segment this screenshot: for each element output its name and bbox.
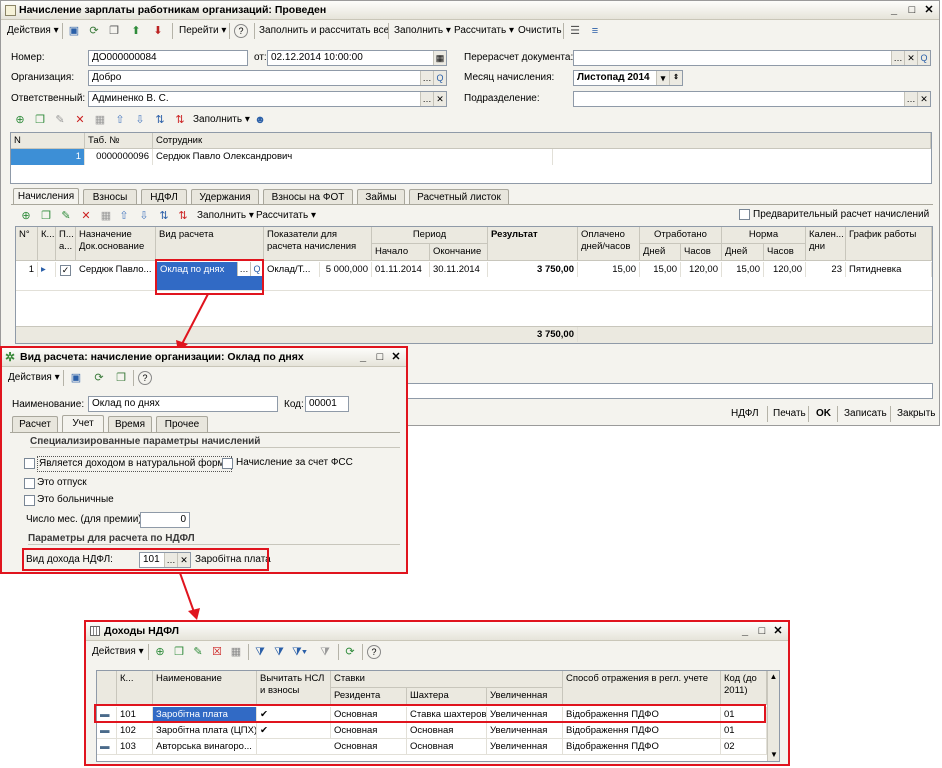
kind-code-field[interactable]: 00001 bbox=[305, 396, 349, 412]
help-icon[interactable]: ? bbox=[367, 645, 381, 659]
maximize-icon[interactable]: □ bbox=[755, 624, 769, 638]
minimize-icon[interactable]: _ bbox=[356, 350, 370, 364]
group-special-params: Специализированные параметры начислений bbox=[30, 436, 400, 448]
delete-icon[interactable]: ☒ bbox=[210, 645, 224, 659]
row-code: 103 bbox=[117, 739, 153, 754]
row-code-2011: 01 bbox=[721, 723, 767, 738]
kind-actions-menu[interactable]: Действия ▾ bbox=[8, 368, 60, 388]
fss-checkbox[interactable] bbox=[222, 458, 233, 469]
table-row[interactable]: ▬ 103 Авторська винагоро... Основная Осн… bbox=[97, 739, 767, 755]
save-icon[interactable]: ▣ bbox=[69, 371, 83, 385]
add-icon[interactable]: ⊕ bbox=[153, 645, 167, 659]
edit-icon[interactable]: ✎ bbox=[191, 645, 205, 659]
months-field[interactable]: 0 bbox=[140, 512, 190, 528]
income-item-icon: ▬ bbox=[97, 723, 117, 738]
row-name: Заробітна плата (ЦПХ) bbox=[153, 723, 257, 738]
tab-time[interactable]: Время bbox=[108, 416, 152, 432]
income-actions-menu[interactable]: Действия ▾ bbox=[92, 642, 144, 662]
row-code-2011: 02 bbox=[721, 739, 767, 754]
table-row[interactable]: ▬ 102 Заробітна плата (ЦПХ) ✔ Основная О… bbox=[97, 723, 767, 739]
refresh-icon[interactable]: ⟳ bbox=[92, 371, 106, 385]
col-method[interactable]: Способ отражения в регл. учете bbox=[563, 671, 721, 705]
row-resident: Основная bbox=[331, 739, 407, 754]
help-icon[interactable]: ? bbox=[138, 371, 152, 385]
row-increased: Увеличенная bbox=[487, 739, 563, 754]
end-edit-icon[interactable]: ▦ bbox=[229, 645, 243, 659]
col-type-icon[interactable] bbox=[97, 671, 117, 705]
group-ndfl-params: Параметры для расчета по НДФЛ bbox=[28, 533, 400, 545]
copy-icon[interactable]: ❐ bbox=[114, 371, 128, 385]
fss-label: Начисление за счет ФСС bbox=[236, 457, 353, 468]
list-icon bbox=[90, 626, 100, 636]
highlight-income-kind bbox=[22, 548, 269, 571]
col-deduct[interactable]: Вычитать НСЛ и взносы bbox=[257, 671, 331, 705]
income-title: Доходы НДФЛ bbox=[104, 625, 180, 637]
natural-income-checkbox[interactable] bbox=[24, 458, 35, 469]
filter-value-icon[interactable]: ⧩ bbox=[272, 645, 286, 659]
col-miners[interactable]: Шахтера bbox=[407, 688, 487, 705]
filter-menu-icon[interactable]: ⧩▾ bbox=[292, 645, 307, 659]
kind-title: Вид расчета: начисление организации: Окл… bbox=[20, 351, 304, 363]
tab-calc[interactable]: Расчет bbox=[12, 416, 58, 432]
col-code[interactable]: К... bbox=[117, 671, 153, 705]
row-miners: Основная bbox=[407, 739, 487, 754]
col-name[interactable]: Наименование bbox=[153, 671, 257, 705]
natural-income-label: Является доходом в натуральной форме bbox=[37, 456, 232, 472]
col-code-2011[interactable]: Код (до 2011) bbox=[721, 671, 767, 705]
vacation-label: Это отпуск bbox=[37, 477, 87, 488]
kind-window: ✲ Вид расчета: начисление организации: О… bbox=[0, 346, 408, 574]
sick-leave-label: Это больничные bbox=[37, 494, 114, 505]
sick-leave-checkbox[interactable] bbox=[24, 495, 35, 506]
row-miners: Основная bbox=[407, 723, 487, 738]
vacation-checkbox[interactable] bbox=[24, 478, 35, 489]
tab-accounting[interactable]: Учет bbox=[62, 415, 104, 432]
close-icon[interactable]: ✕ bbox=[771, 624, 785, 638]
income-item-icon: ▬ bbox=[97, 739, 117, 754]
row-code: 102 bbox=[117, 723, 153, 738]
kind-titlebar: ✲ Вид расчета: начисление организации: О… bbox=[2, 348, 406, 367]
kind-code-label: Код: bbox=[284, 399, 304, 410]
row-method: Відображення ПДФО bbox=[563, 723, 721, 738]
scrollbar[interactable]: ▲ ▼ bbox=[767, 671, 779, 761]
close-icon[interactable]: ✕ bbox=[389, 350, 403, 364]
col-increased[interactable]: Увеличенная bbox=[487, 688, 563, 705]
highlight-income-row bbox=[94, 704, 766, 723]
income-titlebar: Доходы НДФЛ _ □ ✕ bbox=[86, 622, 788, 641]
row-method: Відображення ПДФО bbox=[563, 739, 721, 754]
minimize-icon[interactable]: _ bbox=[738, 624, 752, 638]
copy-row-icon[interactable]: ❐ bbox=[172, 645, 186, 659]
tab-other[interactable]: Прочее bbox=[156, 416, 208, 432]
refresh-icon[interactable]: ⟳ bbox=[343, 645, 357, 659]
row-resident: Основная bbox=[331, 723, 407, 738]
filter-icon[interactable]: ⧩ bbox=[253, 645, 267, 659]
maximize-icon[interactable]: □ bbox=[373, 350, 387, 364]
row-increased: Увеличенная bbox=[487, 723, 563, 738]
kind-name-field[interactable]: Оклад по днях bbox=[88, 396, 278, 412]
income-window: Доходы НДФЛ _ □ ✕ Действия ▾ ⊕ ❐ ✎ ☒ ▦ ⧩… bbox=[84, 620, 790, 766]
filter-off-icon[interactable]: ⧩ bbox=[318, 645, 332, 659]
kind-name-label: Наименование: bbox=[12, 399, 85, 410]
col-rates[interactable]: Ставки bbox=[331, 671, 563, 688]
col-resident[interactable]: Резидента bbox=[331, 688, 407, 705]
kind-icon: ✲ bbox=[5, 350, 16, 364]
row-name: Авторська винагоро... bbox=[153, 739, 257, 754]
months-label: Число мес. (для премии): bbox=[26, 514, 145, 525]
row-deduct: ✔ bbox=[257, 723, 331, 738]
